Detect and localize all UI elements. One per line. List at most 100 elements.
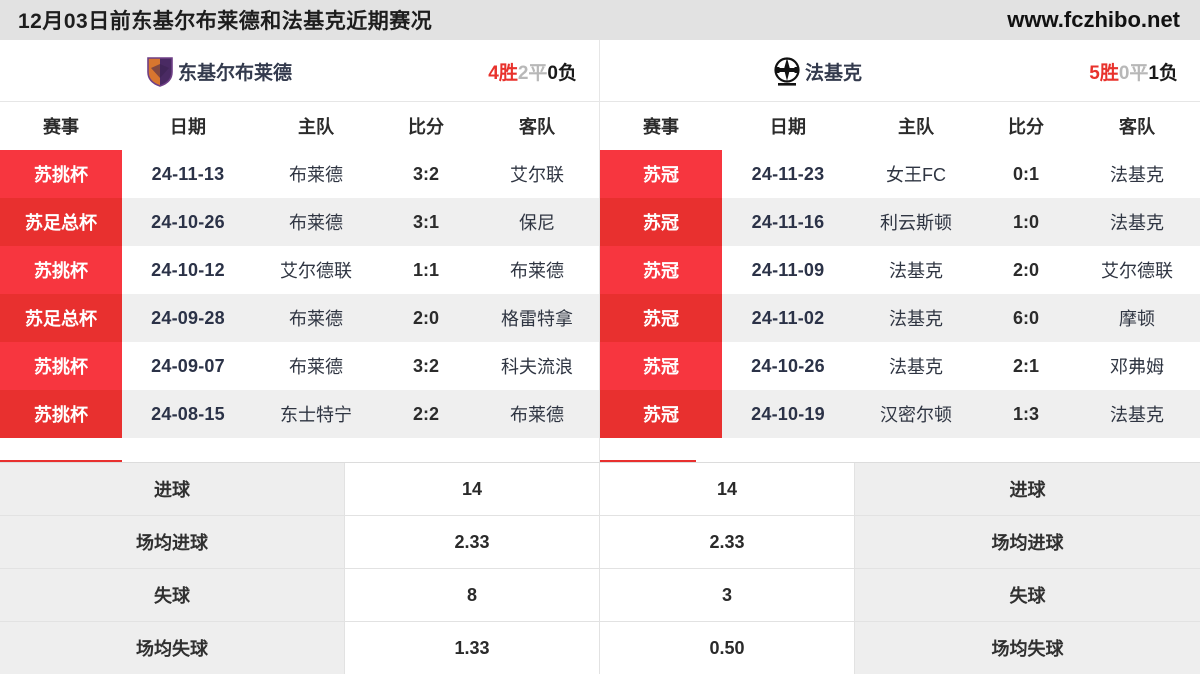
cell-competition: 苏冠	[600, 390, 722, 438]
col-header-competition: 赛事	[643, 117, 679, 137]
cell-home-team: 艾尔德联	[280, 261, 352, 281]
table-row[interactable]: 苏冠 24-11-23 女王FC 0:1 法基克	[600, 150, 1200, 198]
stat-label-right: 场均进球	[855, 516, 1200, 568]
team-header-band: 东基尔布莱德 4胜2平0负 法基克 5胜0平1负	[0, 40, 1200, 102]
table-row[interactable]: 苏足总杯 24-09-28 布莱德 2:0 格雷特拿	[0, 294, 599, 342]
col-header-away: 客队	[519, 117, 555, 137]
cell-score: 1:1	[412, 259, 439, 280]
cell-home-team: 利云斯顿	[880, 213, 952, 233]
team-identity-right: 法基克	[772, 55, 862, 87]
record-draws-left: 2平	[517, 62, 548, 84]
table-row[interactable]: 苏冠 24-11-09 法基克 2:0 艾尔德联	[600, 246, 1200, 294]
stat-value-right: 3	[600, 569, 855, 621]
cell-score: 6:0	[1012, 307, 1039, 328]
cell-away-team: 艾尔德联	[1101, 261, 1173, 281]
cell-date: 24-11-02	[751, 307, 825, 328]
cell-away-team: 布莱德	[510, 261, 564, 281]
site-watermark: www.fczhibo.net	[1007, 7, 1180, 32]
table-row[interactable]: 苏冠 24-10-26 法基克 2:1 邓弗姆	[600, 342, 1200, 390]
stat-value-right: 2.33	[600, 516, 855, 568]
cell-date: 24-11-13	[151, 163, 225, 184]
cell-home-team: 布莱德	[289, 357, 343, 377]
col-header-score: 比分	[1008, 117, 1044, 137]
cell-competition: 苏冠	[600, 294, 722, 342]
stat-value-left: 2.33	[345, 516, 600, 568]
team-record-right: 5胜0平1负	[1089, 58, 1178, 85]
stat-label-left: 失球	[0, 569, 345, 621]
cell-away-team: 格雷特拿	[501, 309, 573, 329]
cell-home-team: 汉密尔顿	[880, 405, 952, 425]
cell-competition: 苏挑杯	[0, 246, 122, 294]
cell-home-team: 布莱德	[289, 213, 343, 233]
stat-value-left: 1.33	[345, 622, 600, 674]
shield-crest-icon	[145, 55, 175, 87]
table-row[interactable]: 苏挑杯 24-09-07 布莱德 3:2 科夫流浪	[0, 342, 599, 390]
table-row[interactable]: 苏挑杯 24-10-12 艾尔德联 1:1 布莱德	[0, 246, 599, 294]
cell-date: 24-10-12	[151, 259, 225, 280]
cell-competition: 苏冠	[600, 150, 722, 198]
table-row[interactable]: 苏挑杯 24-08-15 东士特宁 2:2 布莱德	[0, 390, 599, 438]
cell-away-team: 法基克	[1110, 213, 1164, 233]
table-header-row-left: 赛事 日期 主队 比分 客队	[0, 102, 599, 150]
cell-date: 24-09-28	[151, 307, 225, 328]
table-row[interactable]: 苏足总杯 24-10-26 布莱德 3:1 保尼	[0, 198, 599, 246]
stats-row: 进球 14 14 进球	[0, 462, 1200, 515]
cell-away-team: 科夫流浪	[501, 357, 573, 377]
stat-value-left: 14	[345, 463, 600, 515]
table-row[interactable]: 苏冠 24-11-02 法基克 6:0 摩顿	[600, 294, 1200, 342]
matches-table-right: 赛事 日期 主队 比分 客队 苏冠 24-11-23 女王FC 0:1 法基克 …	[600, 102, 1200, 462]
record-wins-right: 5胜	[1089, 62, 1119, 84]
cell-competition: 苏冠	[600, 342, 722, 390]
team-header-right: 法基克 5胜0平1负	[600, 40, 1200, 102]
table-header-row-right: 赛事 日期 主队 比分 客队	[600, 102, 1200, 150]
cell-date: 24-10-19	[751, 403, 825, 424]
circular-crest-icon	[772, 55, 802, 87]
stats-row: 场均进球 2.33 2.33 场均进球	[0, 515, 1200, 568]
table-row[interactable]: 苏冠 24-10-19 汉密尔顿 1:3 法基克	[600, 390, 1200, 438]
cell-date: 24-09-07	[151, 355, 225, 376]
cell-score: 1:0	[1012, 211, 1039, 232]
cell-competition: 苏挑杯	[0, 150, 122, 198]
cell-competition: 苏足总杯	[0, 294, 122, 342]
stat-value-left: 8	[345, 569, 600, 621]
cell-score: 2:2	[412, 403, 439, 424]
cell-score: 2:1	[1012, 355, 1039, 376]
col-header-competition: 赛事	[43, 117, 79, 137]
stat-label-right: 失球	[855, 569, 1200, 621]
record-losses-right: 1负	[1148, 62, 1178, 84]
cell-home-team: 女王FC	[886, 165, 946, 185]
cell-date: 24-10-26	[751, 355, 825, 376]
stats-row: 失球 8 3 失球	[0, 568, 1200, 621]
col-header-date: 日期	[769, 117, 807, 137]
stat-label-left: 场均失球	[0, 622, 345, 674]
team-name-right: 法基克	[805, 62, 863, 84]
table-row[interactable]: 苏冠 24-11-16 利云斯顿 1:0 法基克	[600, 198, 1200, 246]
col-header-away: 客队	[1119, 117, 1155, 137]
page-title: 12月03日前东基尔布莱德和法基克近期赛况	[18, 10, 433, 33]
table-row[interactable]: 苏挑杯 24-11-13 布莱德 3:2 艾尔联	[0, 150, 599, 198]
stat-value-right: 0.50	[600, 622, 855, 674]
record-draws-right: 0平	[1118, 62, 1149, 84]
cell-competition: 苏挑杯	[0, 390, 122, 438]
cell-home-team: 法基克	[889, 261, 943, 281]
stat-label-right: 进球	[855, 463, 1200, 515]
cell-date: 24-11-09	[751, 259, 825, 280]
cell-away-team: 保尼	[519, 213, 555, 233]
team-header-left: 东基尔布莱德 4胜2平0负	[0, 40, 600, 102]
team-identity-left: 东基尔布莱德	[145, 55, 292, 87]
cell-score: 3:1	[412, 211, 439, 232]
col-header-home: 主队	[898, 117, 934, 137]
cell-date: 24-11-16	[751, 211, 825, 232]
cell-home-team: 东士特宁	[280, 405, 352, 425]
cell-competition: 苏足总杯	[0, 198, 122, 246]
cell-score: 3:2	[412, 163, 439, 184]
col-header-date: 日期	[169, 117, 207, 137]
cell-competition: 苏挑杯	[0, 342, 122, 390]
stat-label-right: 场均失球	[855, 622, 1200, 674]
cell-date: 24-11-23	[751, 163, 825, 184]
stats-comparison-table: 进球 14 14 进球 场均进球 2.33 2.33 场均进球 失球 8 3 失…	[0, 462, 1200, 675]
team-record-left: 4胜2平0负	[488, 58, 577, 85]
col-header-score: 比分	[408, 117, 444, 137]
match-form-panel: 12月03日前东基尔布莱德和法基克近期赛况 www.fczhibo.net 东基…	[0, 0, 1200, 675]
cell-away-team: 摩顿	[1119, 309, 1155, 329]
